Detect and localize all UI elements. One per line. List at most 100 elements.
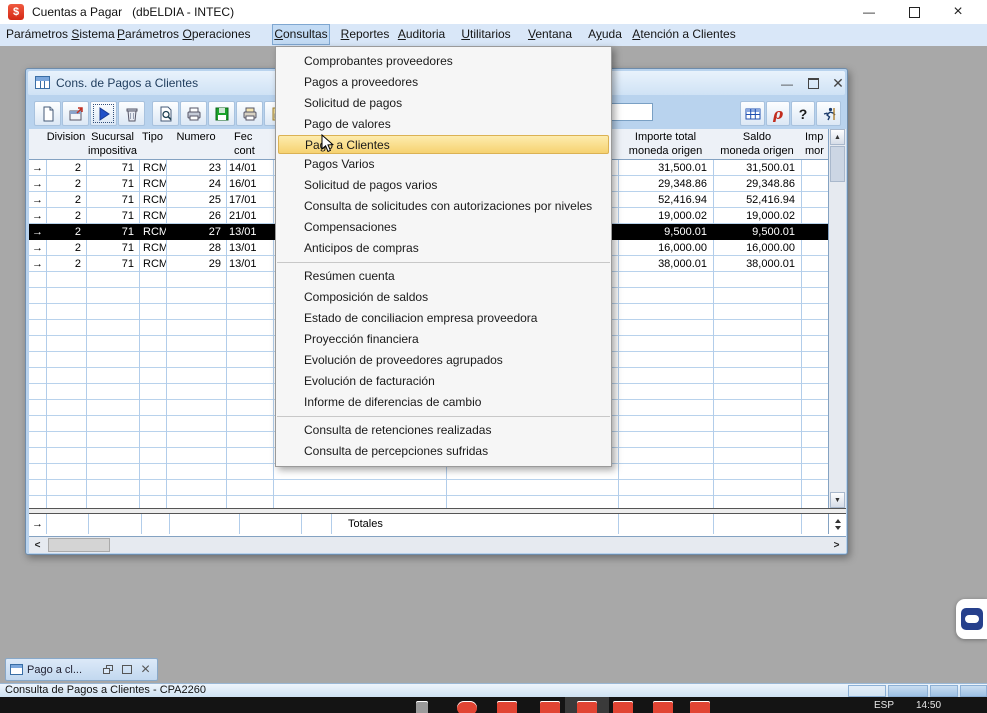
child-minimize-button[interactable]: — — [776, 75, 798, 92]
restore-button[interactable] — [100, 662, 115, 677]
menu-bar: Parámetros Sistema Parámetros Operacione… — [0, 24, 987, 46]
menu-parametros[interactable]: Parámetros — [117, 24, 174, 45]
minimized-window-pago-a-clientes[interactable]: Pago a cl... × — [5, 658, 158, 681]
status-segment — [930, 685, 958, 697]
status-segment — [888, 685, 928, 697]
taskbar-clock[interactable]: 14:50 — [916, 700, 941, 711]
menu-item-composicion-de-saldos[interactable]: Composición de saldos — [276, 287, 611, 308]
exit-runner-icon — [821, 106, 837, 122]
maximize-icon — [909, 7, 920, 18]
scroll-right-button[interactable]: > — [828, 538, 845, 552]
help-button[interactable]: ? — [791, 101, 815, 126]
save-floppy-icon — [214, 106, 230, 122]
vertical-scrollbar[interactable]: ▲ ▼ — [828, 129, 846, 509]
col-header-sucursal[interactable]: Sucursalimpositiva — [86, 130, 139, 158]
print-preview-button[interactable] — [152, 101, 179, 126]
menu-item-estado-conciliacion[interactable]: Estado de conciliacion empresa proveedor… — [276, 308, 611, 329]
col-header-tipo[interactable]: Tipo — [139, 130, 166, 144]
child-maximize-button[interactable] — [802, 75, 824, 92]
col-header-numero[interactable]: Numero — [166, 130, 226, 144]
delete-record-button[interactable] — [118, 101, 145, 126]
close-button[interactable]: × — [947, 0, 969, 24]
menu-auditoria[interactable]: Auditoria — [397, 24, 446, 45]
menu-utilitarios[interactable]: Utilitarios — [456, 24, 516, 45]
menu-ayuda[interactable]: Ayuda — [585, 24, 625, 45]
taskbar: ESP 14:50 — [0, 697, 987, 713]
taskbar-app-icon[interactable] — [457, 701, 477, 713]
run-query-button[interactable] — [90, 101, 117, 126]
properties-icon — [68, 106, 84, 122]
status-text: Consulta de Pagos a Clientes - CPA2260 — [5, 684, 206, 697]
preview-icon — [158, 106, 174, 122]
menu-item-compensaciones[interactable]: Compensaciones — [276, 217, 611, 238]
child-window-title: Cons. de Pagos a Clientes — [56, 71, 198, 95]
app-title: Cuentas a Pagar — [32, 5, 122, 19]
printer-export-icon — [242, 106, 258, 122]
menu-item-consulta-percepciones[interactable]: Consulta de percepciones sufridas — [276, 441, 611, 462]
row-indicator-icon — [29, 176, 46, 192]
remote-control-side-tab[interactable] — [956, 599, 987, 639]
row-indicator-icon — [29, 240, 46, 256]
taskbar-app-icon[interactable] — [577, 701, 597, 713]
menu-item-pagos-a-proveedores[interactable]: Pagos a proveedores — [276, 72, 611, 93]
scroll-up-button[interactable]: ▲ — [830, 129, 845, 145]
menu-operaciones[interactable]: Operaciones — [181, 24, 252, 45]
scroll-left-button[interactable]: < — [29, 538, 46, 552]
save-button[interactable] — [208, 101, 235, 126]
status-segment — [848, 685, 886, 697]
menu-ventana[interactable]: Ventana — [524, 24, 576, 45]
menu-item-informe-diferencias-cambio[interactable]: Informe de diferencias de cambio — [276, 392, 611, 413]
edit-record-button[interactable] — [62, 101, 89, 126]
vertical-scroll-thumb[interactable] — [830, 146, 845, 182]
close-button[interactable]: × — [138, 662, 153, 677]
col-header-fecha[interactable]: Feccont — [226, 130, 281, 158]
menu-item-evolucion-facturacion[interactable]: Evolución de facturación — [276, 371, 611, 392]
menu-item-anticipos-de-compras[interactable]: Anticipos de compras — [276, 238, 611, 259]
menu-parametros-sistema[interactable]: Parámetros Sistema — [6, 24, 109, 45]
menu-item-consulta-retenciones[interactable]: Consulta de retenciones realizadas — [276, 420, 611, 441]
scroll-down-button[interactable]: ▼ — [830, 492, 845, 508]
menu-item-comprobantes-proveedores[interactable]: Comprobantes proveedores — [276, 51, 611, 72]
taskbar-app-icon[interactable] — [497, 701, 517, 713]
col-header-importe[interactable]: Importe totalmoneda origen — [618, 130, 713, 158]
new-record-button[interactable] — [34, 101, 61, 126]
taskbar-app-icon[interactable] — [653, 701, 673, 713]
taskbar-language[interactable]: ESP — [874, 700, 894, 711]
taskbar-app-icon[interactable] — [540, 701, 560, 713]
rho-icon: ρ — [773, 105, 783, 123]
col-header-saldo[interactable]: Saldomoneda origen — [713, 130, 801, 158]
horizontal-scroll-thumb[interactable] — [48, 538, 110, 552]
exit-button[interactable] — [816, 101, 841, 126]
menu-atencion-clientes[interactable]: Atención a Clientes — [630, 24, 738, 45]
menu-item-solicitud-de-pagos[interactable]: Solicitud de pagos — [276, 93, 611, 114]
taskbar-app-icon[interactable] — [690, 701, 710, 713]
totals-spinner[interactable] — [828, 514, 846, 534]
horizontal-scrollbar[interactable]: < > — [29, 536, 846, 553]
rho-filter-button[interactable]: ρ — [766, 101, 790, 126]
desktop-screen: $ Cuentas a Pagar (dbELDIA - INTEC) — × … — [0, 0, 987, 713]
menu-reportes[interactable]: Reportes — [340, 24, 390, 45]
menu-separator — [277, 262, 610, 263]
child-close-button[interactable]: ✕ — [827, 75, 849, 92]
menu-item-solicitud-de-pagos-varios[interactable]: Solicitud de pagos varios — [276, 175, 611, 196]
taskbar-app-icon[interactable] — [416, 701, 428, 713]
row-indicator-icon — [29, 256, 46, 272]
new-document-icon — [40, 106, 56, 122]
minimize-button[interactable]: — — [858, 0, 880, 24]
maximize-button[interactable] — [903, 0, 925, 24]
menu-item-evolucion-proveedores[interactable]: Evolución de proveedores agrupados — [276, 350, 611, 371]
print-button[interactable] — [180, 101, 207, 126]
grid-window-icon — [35, 76, 50, 89]
maximize-button[interactable] — [119, 662, 134, 677]
menu-item-consulta-solicitudes-autorizaciones[interactable]: Consulta de solicitudes con autorizacion… — [276, 196, 611, 217]
menu-item-proyeccion-financiera[interactable]: Proyección financiera — [276, 329, 611, 350]
taskbar-app-icon[interactable] — [613, 701, 633, 713]
menu-consultas[interactable]: Consultas — [272, 24, 330, 45]
grid-view-button[interactable] — [740, 101, 765, 126]
window-icon — [10, 664, 23, 675]
arrow-down-icon: ▼ — [834, 497, 841, 504]
col-header-division[interactable]: Division — [46, 130, 86, 144]
export-print-button[interactable] — [236, 101, 263, 126]
menu-item-resumen-cuenta[interactable]: Resúmen cuenta — [276, 266, 611, 287]
menu-item-pago-de-valores[interactable]: Pago de valores — [276, 114, 611, 135]
